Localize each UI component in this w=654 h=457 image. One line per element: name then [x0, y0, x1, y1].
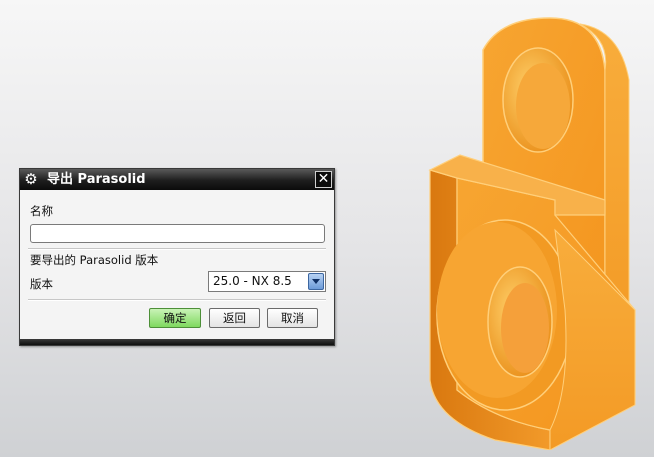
- version-select[interactable]: 25.0 - NX 8.5: [208, 271, 326, 292]
- version-select-value: 25.0 - NX 8.5: [213, 274, 292, 288]
- back-button[interactable]: 返回: [209, 308, 260, 328]
- name-label: 名称: [30, 204, 53, 218]
- close-icon[interactable]: ✕: [315, 171, 332, 188]
- chevron-down-icon[interactable]: [308, 273, 324, 290]
- dialog-title: 导出 Parasolid: [47, 172, 146, 187]
- ok-button[interactable]: 确定: [149, 308, 201, 328]
- version-label: 版本: [30, 277, 53, 291]
- dialog-bottom-bar: [20, 339, 334, 345]
- section-label: 要导出的 Parasolid 版本: [30, 253, 159, 267]
- separator: [28, 248, 326, 250]
- name-input[interactable]: [30, 224, 325, 243]
- gear-icon[interactable]: ⚙: [23, 171, 39, 187]
- dialog-titlebar[interactable]: ⚙ 导出 Parasolid ✕: [20, 169, 334, 190]
- separator: [28, 299, 326, 301]
- 3d-part-model[interactable]: [405, 10, 640, 450]
- export-parasolid-dialog: ⚙ 导出 Parasolid ✕ 名称 要导出的 Parasolid 版本 版本…: [19, 168, 335, 346]
- cancel-button[interactable]: 取消: [267, 308, 318, 328]
